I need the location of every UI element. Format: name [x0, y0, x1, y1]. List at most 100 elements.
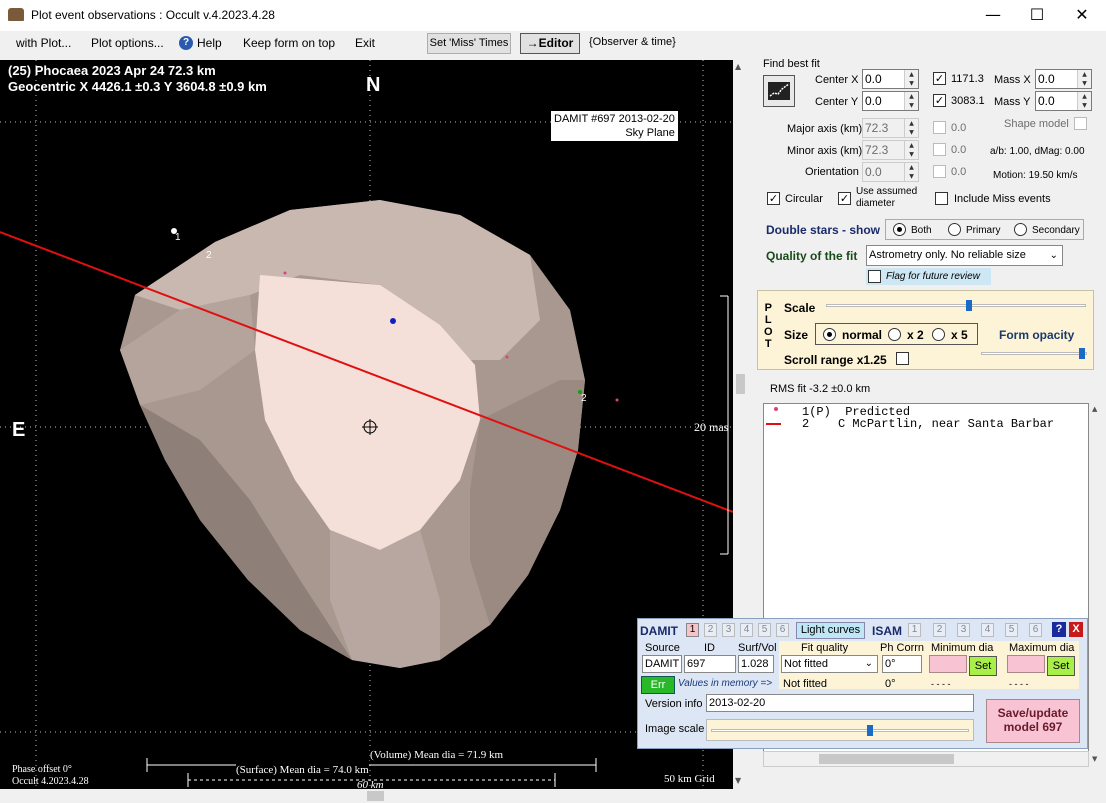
quality-fit-select[interactable]: Astrometry only. No reliable size ⌄ [866, 245, 1063, 266]
spin-arrows-icon[interactable]: ▲ ▼ [904, 163, 918, 181]
observer-time-label: {Observer & time} [589, 36, 676, 48]
size-normal-radio[interactable] [823, 328, 836, 341]
orient-fit-checkbox[interactable] [933, 165, 946, 178]
ab-dmag-label: a/b: 1.00, dMag: 0.00 [990, 146, 1085, 157]
set-max-button[interactable]: Set [1047, 656, 1075, 676]
fit-quality-memory: Not fitted [783, 678, 828, 690]
min-dia-field[interactable] [929, 655, 967, 673]
set-miss-times-button[interactable]: Set 'Miss' Times [427, 33, 511, 54]
orientation-input[interactable]: 0.0 ▲ ▼ [862, 162, 919, 182]
opacity-slider-thumb[interactable] [1079, 348, 1085, 359]
flag-review-checkbox[interactable] [868, 270, 881, 283]
isam-tab-4[interactable]: 4 [981, 623, 994, 637]
spin-arrows-icon[interactable]: ▲ ▼ [1077, 70, 1091, 88]
damit-tab-1[interactable]: 1 [686, 623, 699, 637]
surfvol-field[interactable]: 1.028 [738, 655, 774, 673]
flag-review-label: Flag for future review [886, 271, 980, 282]
center-x-input[interactable]: 0.0 ▲ ▼ [862, 69, 919, 89]
scroll-up-icon[interactable]: ▲ [1092, 405, 1097, 413]
editor-button[interactable]: →Editor [520, 33, 580, 54]
maximize-button[interactable]: ☐ [1014, 0, 1060, 31]
motion-label: Motion: 19.50 km/s [993, 170, 1078, 181]
spin-arrows-icon[interactable]: ▲ ▼ [904, 141, 918, 159]
damit-tab-6[interactable]: 6 [776, 623, 789, 637]
spin-arrows-icon[interactable]: ▲ ▼ [904, 119, 918, 137]
isam-tab-1[interactable]: 1 [908, 623, 921, 637]
isam-tab-5[interactable]: 5 [1005, 623, 1018, 637]
close-icon[interactable]: X [1069, 622, 1083, 637]
plot-horizontal-scrollbar[interactable] [0, 789, 748, 803]
source-field[interactable]: DAMIT [642, 655, 682, 673]
id-field[interactable]: 697 [684, 655, 736, 673]
shape-model-checkbox[interactable] [1074, 117, 1087, 130]
major-axis-input[interactable]: 72.3 ▲ ▼ [862, 118, 919, 138]
scroll-thumb[interactable] [736, 374, 745, 394]
size-x5-radio[interactable] [932, 328, 945, 341]
close-button[interactable]: ✕ [1059, 0, 1105, 31]
help-icon[interactable]: ? [179, 36, 193, 50]
isam-tab-6[interactable]: 6 [1029, 623, 1042, 637]
scale-slider[interactable] [826, 298, 1086, 314]
fit-quality-select[interactable]: Not fitted ⌄ [781, 655, 878, 673]
mass-y-checkbox[interactable]: ✓ [933, 94, 946, 107]
minor-fit-checkbox[interactable] [933, 143, 946, 156]
list-vscrollbar[interactable]: ▲ ▼ [1090, 403, 1104, 767]
image-scale-slider[interactable] [706, 719, 974, 741]
ph-corr-field[interactable]: 0° [882, 655, 922, 673]
menu-help[interactable]: Help [197, 36, 222, 50]
minor-axis-input[interactable]: 72.3 ▲ ▼ [862, 140, 919, 160]
size-x2-radio[interactable] [888, 328, 901, 341]
both-radio[interactable] [893, 223, 906, 236]
form-opacity-label: Form opacity [999, 328, 1075, 342]
major-fit-checkbox[interactable] [933, 121, 946, 134]
hscroll-thumb[interactable] [367, 791, 384, 801]
damit-tab-3[interactable]: 3 [722, 623, 735, 637]
center-y-input[interactable]: 0.0 ▲ ▼ [862, 91, 919, 111]
damit-tab-5[interactable]: 5 [758, 623, 771, 637]
damit-label-line1: DAMIT #697 2013-02-20 [554, 113, 675, 125]
isam-tab-2[interactable]: 2 [933, 623, 946, 637]
spin-arrows-icon[interactable]: ▲ ▼ [1077, 92, 1091, 110]
damit-model-label: DAMIT #697 2013-02-20 Sky Plane [551, 111, 678, 141]
save-update-button[interactable]: Save/update model 697 [986, 699, 1080, 743]
best-fit-button[interactable] [763, 75, 795, 107]
damit-tab-4[interactable]: 4 [740, 623, 753, 637]
min-dia-label: Minimum dia [931, 642, 994, 654]
scroll-down-icon[interactable]: ▼ [735, 776, 741, 785]
scroll-up-icon[interactable]: ▲ [735, 62, 741, 71]
list-hscrollbar[interactable] [763, 751, 1089, 767]
menu-plot-options[interactable]: Plot options... [91, 36, 164, 50]
err-button[interactable]: Err [641, 676, 675, 694]
spin-arrows-icon[interactable]: ▲ ▼ [904, 70, 918, 88]
predicted-marker-icon [774, 407, 778, 411]
plot-area[interactable]: (25) Phocaea 2023 Apr 24 72.3 km Geocent… [0, 60, 733, 789]
scroll-down-icon[interactable]: ▼ [1092, 755, 1097, 763]
menu-keep-on-top[interactable]: Keep form on top [243, 36, 335, 50]
opacity-slider[interactable] [981, 346, 1087, 362]
help-icon[interactable]: ? [1052, 622, 1066, 637]
use-assumed-checkbox[interactable]: ✓ [838, 192, 851, 205]
mass-y-input[interactable]: 0.0 ▲ ▼ [1035, 91, 1092, 111]
source-label: Source [645, 642, 680, 654]
image-scale-thumb[interactable] [867, 725, 873, 736]
spin-arrows-icon[interactable]: ▲ ▼ [904, 92, 918, 110]
light-curves-button[interactable]: Light curves [796, 622, 865, 639]
primary-radio[interactable] [948, 223, 961, 236]
include-miss-checkbox[interactable] [935, 192, 948, 205]
max-dia-field[interactable] [1007, 655, 1045, 673]
list-item[interactable]: 2 C McPartlin, near Santa Barbar [802, 417, 1054, 431]
isam-tab-3[interactable]: 3 [957, 623, 970, 637]
version-info-field[interactable]: 2013-02-20 [706, 694, 974, 712]
menu-exit[interactable]: Exit [355, 36, 375, 50]
secondary-radio[interactable] [1014, 223, 1027, 236]
menu-with-plot[interactable]: with Plot... [16, 36, 71, 50]
damit-tab-2[interactable]: 2 [704, 623, 717, 637]
mass-x-input[interactable]: 0.0 ▲ ▼ [1035, 69, 1092, 89]
mass-x-checkbox[interactable]: ✓ [933, 72, 946, 85]
list-hscroll-thumb[interactable] [819, 754, 954, 764]
minimize-button[interactable]: — [970, 0, 1016, 31]
scale-slider-thumb[interactable] [966, 300, 972, 311]
set-min-button[interactable]: Set [969, 656, 997, 676]
circular-checkbox[interactable]: ✓ [767, 192, 780, 205]
scroll-range-checkbox[interactable] [896, 352, 909, 365]
